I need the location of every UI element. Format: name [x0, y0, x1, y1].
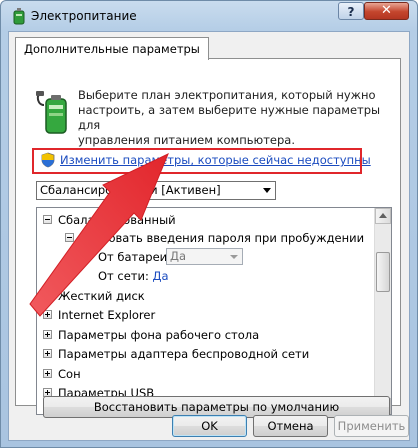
- expand-icon[interactable]: [43, 369, 52, 378]
- title-bar[interactable]: Электропитание ? ✕: [1, 1, 417, 31]
- close-icon: ✕: [381, 3, 392, 18]
- plan-description: Выберите план электропитания, который ну…: [78, 88, 394, 148]
- tree-item-label: Internet Explorer: [58, 308, 156, 322]
- power-options-window: Электропитание ? ✕ Дополнительные параме…: [0, 0, 418, 448]
- expand-icon[interactable]: [43, 330, 52, 339]
- highlight-box: [32, 148, 362, 174]
- tree-item-label: Сбалансированный: [58, 213, 176, 227]
- tree-item-label: Параметры фона рабочего стола: [58, 328, 260, 342]
- on-battery-select[interactable]: Да: [166, 248, 243, 265]
- expand-icon[interactable]: [43, 310, 52, 319]
- tree-item-label: Параметры адаптера беспроводной сети: [58, 347, 310, 361]
- battery-plug-icon: [36, 91, 67, 134]
- description-line: управления питанием компьютера.: [78, 133, 295, 147]
- power-plan-value: Сбалансированный [Активен]: [40, 183, 221, 197]
- tree-item-label: Жесткий диск: [58, 289, 145, 303]
- tree-item-plugged-in: От сети: Да: [98, 267, 169, 285]
- close-button[interactable]: ✕: [364, 2, 409, 20]
- scroll-thumb[interactable]: [376, 252, 390, 292]
- scroll-up-arrow-icon[interactable]: [375, 208, 391, 224]
- collapse-icon[interactable]: [43, 215, 52, 224]
- description-line: настроить, а затем выберите нужные парам…: [78, 103, 381, 132]
- on-battery-value: Да: [170, 249, 187, 263]
- plugged-in-label: От сети:: [98, 269, 149, 283]
- description-line: Выберите план электропитания, который ну…: [78, 88, 376, 102]
- battery-plug-icon: [13, 8, 25, 25]
- power-plan-select[interactable]: Сбалансированный [Активен]: [36, 181, 276, 200]
- ok-button[interactable]: OK: [172, 415, 247, 437]
- help-button[interactable]: ?: [338, 2, 364, 20]
- expand-icon[interactable]: [43, 291, 52, 300]
- on-battery-label: От батареи:: [98, 250, 172, 264]
- apply-button[interactable]: Применить: [334, 415, 409, 437]
- tree-scrollbar[interactable]: [374, 208, 391, 414]
- tree-item-on-battery: От батареи:: [98, 248, 171, 266]
- tab-advanced-settings[interactable]: Дополнительные параметры: [15, 37, 209, 60]
- window-title: Электропитание: [31, 9, 137, 23]
- tab-panel: Выберите план электропитания, который ну…: [15, 58, 401, 418]
- tree-item-label: Требовать введения пароля при пробуждени…: [80, 231, 365, 245]
- plugged-in-value-link[interactable]: Да: [153, 269, 169, 283]
- collapse-icon[interactable]: [65, 233, 74, 242]
- expand-icon[interactable]: [43, 349, 52, 358]
- chevron-down-icon: [263, 188, 271, 193]
- settings-tree[interactable]: Сбалансированный Требовать введения паро…: [36, 207, 392, 415]
- dialog-client-area: Дополнительные параметры Выберите план э…: [8, 31, 410, 441]
- cancel-button[interactable]: Отмена: [253, 415, 328, 437]
- chevron-down-icon: [230, 255, 238, 259]
- tree-item-label: Сон: [58, 367, 81, 381]
